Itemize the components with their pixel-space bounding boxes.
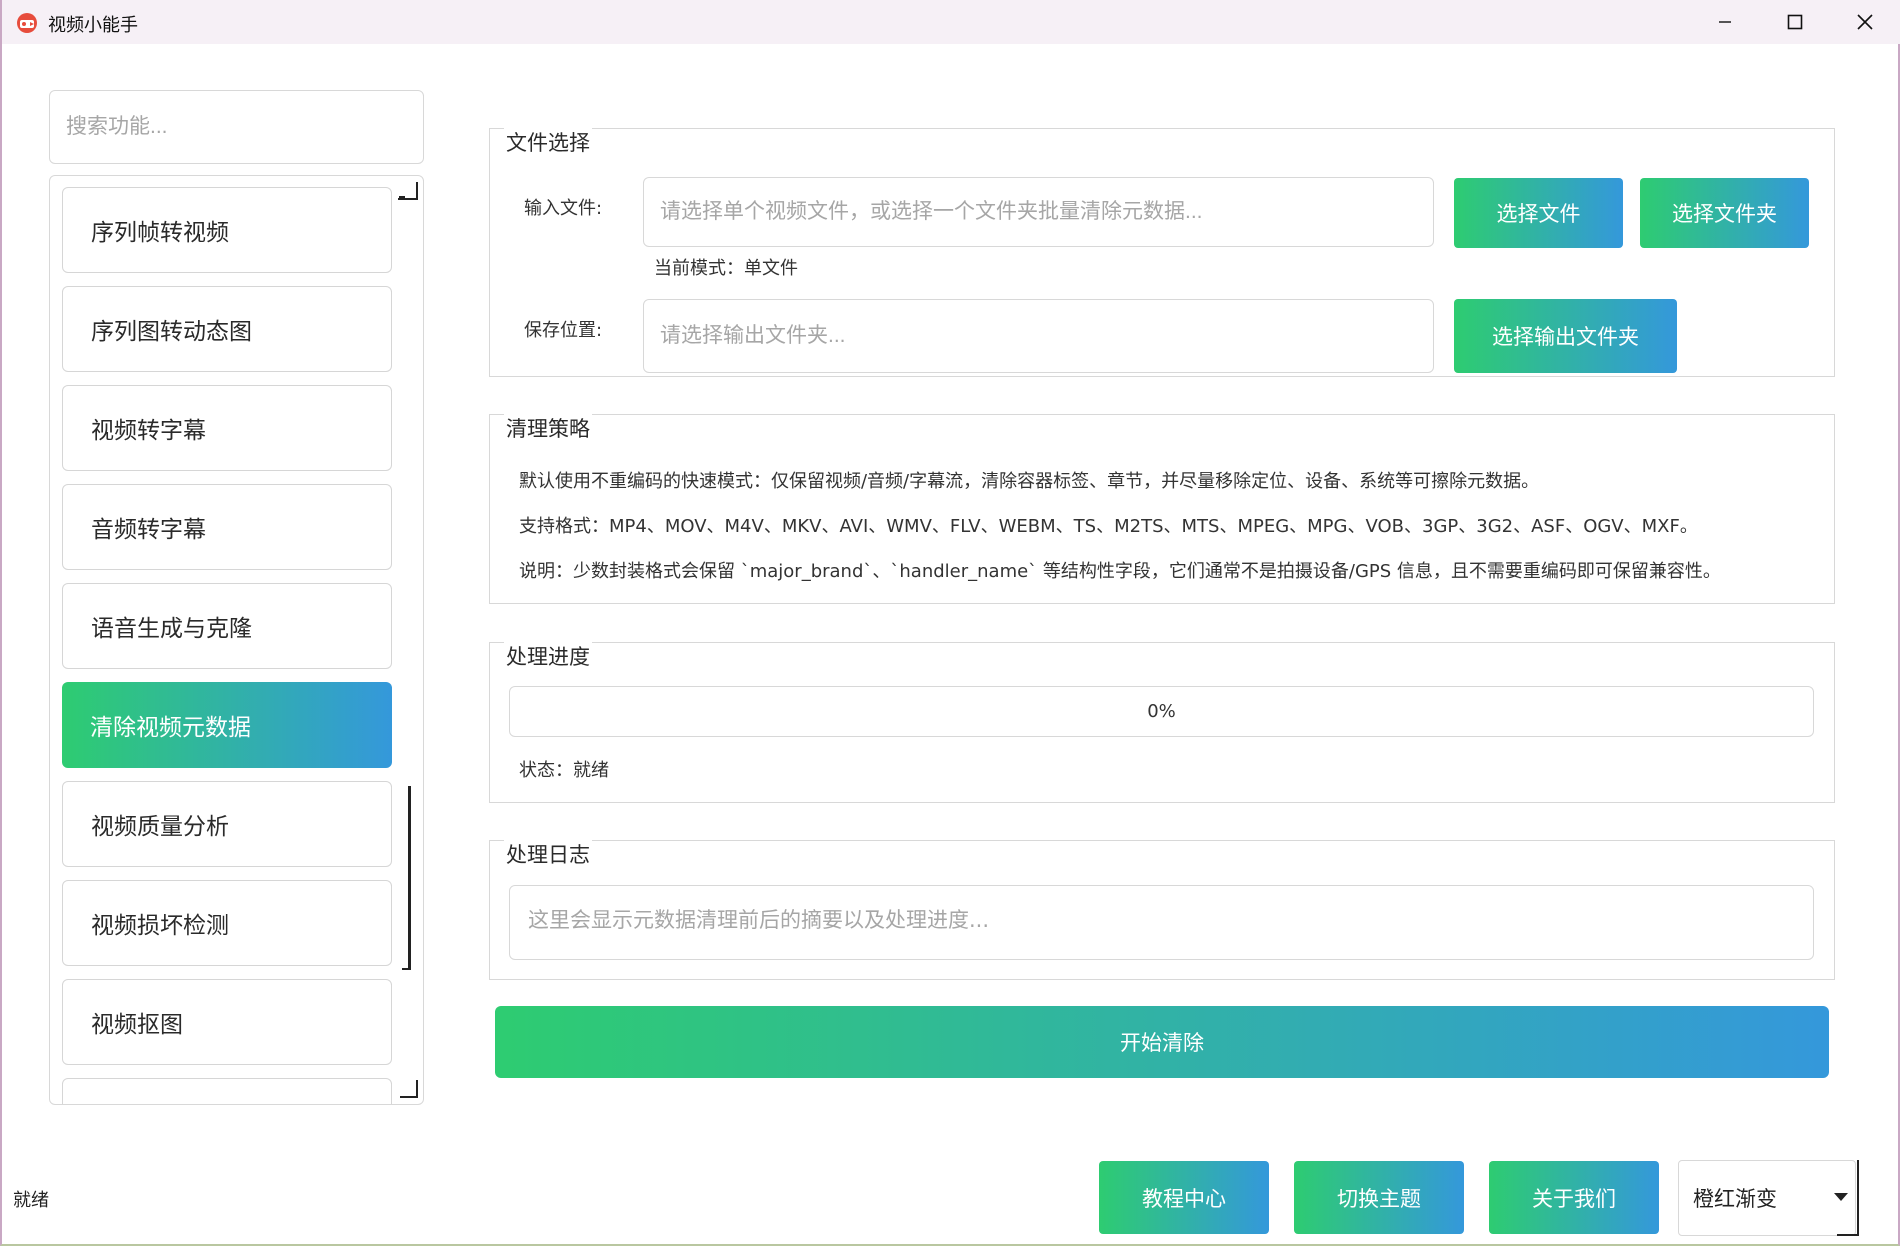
progress-label: 0% <box>1147 701 1176 722</box>
sidebar-item-label: 视频质量分析 <box>91 814 229 840</box>
log-output[interactable]: 这里会显示元数据清理前后的摘要以及处理进度... <box>509 885 1814 960</box>
select-edge-bottom <box>1837 1234 1859 1236</box>
close-button[interactable] <box>1830 0 1900 44</box>
minimize-icon <box>1719 21 1731 23</box>
sidebar-item-quality-analysis[interactable]: 视频质量分析 <box>62 781 392 867</box>
group-title: 文件选择 <box>504 127 592 157</box>
sidebar-item-audio-to-subtitle[interactable]: 音频转字幕 <box>62 484 392 570</box>
status-line: 状态：就绪 <box>519 760 609 781</box>
start-clear-button[interactable]: 开始清除 <box>495 1006 1829 1078</box>
scrollbar-thumb[interactable] <box>408 786 411 970</box>
sidebar-item-label: 视频损坏检测 <box>91 913 229 939</box>
select-folder-button[interactable]: 选择文件夹 <box>1640 178 1809 248</box>
input-file-label: 输入文件: <box>524 198 603 219</box>
feature-list[interactable]: 序列帧转视频 序列图转动态图 视频转字幕 音频转字幕 语音生成与克隆 清除视频元… <box>49 175 424 1105</box>
log-placeholder: 这里会显示元数据清理前后的摘要以及处理进度... <box>528 908 990 932</box>
select-file-button[interactable]: 选择文件 <box>1454 178 1623 248</box>
sidebar-item-label: 音频转字幕 <box>91 517 206 543</box>
group-title: 清理策略 <box>504 413 592 443</box>
sidebar-item-damage-detection[interactable]: 视频损坏检测 <box>62 880 392 966</box>
theme-select[interactable]: 橙红渐变 <box>1678 1160 1856 1236</box>
sidebar-item-video-matting[interactable]: 视频抠图 <box>62 979 392 1065</box>
sidebar-item-voice-clone[interactable]: 语音生成与克隆 <box>62 583 392 669</box>
save-location-label: 保存位置: <box>524 320 603 341</box>
strategy-line-1: 默认使用不重编码的快速模式：仅保留视频/音频/字幕流，清除容器标签、章节，并尽量… <box>519 471 1540 492</box>
sidebar-item-label: 序列图转动态图 <box>91 319 252 345</box>
input-file-field[interactable] <box>643 177 1434 247</box>
sidebar-item-label: 序列帧转视频 <box>91 220 229 246</box>
sidebar-item-label: 视频转字幕 <box>91 418 206 444</box>
scrollbar-tick <box>399 196 405 198</box>
select-output-folder-button[interactable]: 选择输出文件夹 <box>1454 299 1677 373</box>
search-input[interactable] <box>49 90 424 164</box>
sidebar-item-sequence-to-gif[interactable]: 序列图转动态图 <box>62 286 392 372</box>
save-location-field[interactable] <box>643 299 1434 373</box>
mode-text: 当前模式：单文件 <box>654 258 798 279</box>
sidebar-item-partial[interactable] <box>62 1078 392 1104</box>
close-icon <box>1857 14 1873 30</box>
theme-select-value: 橙红渐变 <box>1693 1187 1777 1211</box>
status-bar-text: 就绪 <box>13 1190 49 1211</box>
app-window: 视频小能手 序列帧转视频 序列图转动态图 视频转字幕 音频转字幕 语音生成与克隆… <box>0 0 1900 1246</box>
sidebar-item-label: 视频抠图 <box>91 1012 183 1038</box>
title-bar: 视频小能手 <box>2 0 1900 44</box>
scrollbar-bottom <box>400 1080 418 1098</box>
sidebar-item-label: 清除视频元数据 <box>90 715 251 741</box>
minimize-button[interactable] <box>1690 0 1760 44</box>
sidebar-item-label: 语音生成与克隆 <box>91 616 252 642</box>
select-edge <box>1857 1160 1859 1236</box>
scrollbar-thumb-cap <box>402 968 411 970</box>
sidebar-item-sequence-to-video[interactable]: 序列帧转视频 <box>62 187 392 273</box>
group-title: 处理进度 <box>504 641 592 671</box>
sidebar-item-clear-metadata[interactable]: 清除视频元数据 <box>62 682 392 768</box>
strategy-line-3: 说明：少数封装格式会保留 `major_brand`、`handler_name… <box>519 561 1721 582</box>
maximize-icon <box>1787 14 1803 30</box>
maximize-button[interactable] <box>1760 0 1830 44</box>
video-app-icon <box>17 13 37 33</box>
chevron-down-icon[interactable] <box>1834 1193 1848 1201</box>
progress-bar: 0% <box>509 686 1814 737</box>
about-us-button[interactable]: 关于我们 <box>1489 1161 1659 1234</box>
strategy-line-2: 支持格式：MP4、MOV、M4V、MKV、AVI、WMV、FLV、WEBM、TS… <box>519 516 1698 537</box>
tutorial-center-button[interactable]: 教程中心 <box>1099 1161 1269 1234</box>
group-title: 处理日志 <box>504 839 592 869</box>
switch-theme-button[interactable]: 切换主题 <box>1294 1161 1464 1234</box>
window-title: 视频小能手 <box>48 15 138 36</box>
sidebar-item-video-to-subtitle[interactable]: 视频转字幕 <box>62 385 392 471</box>
